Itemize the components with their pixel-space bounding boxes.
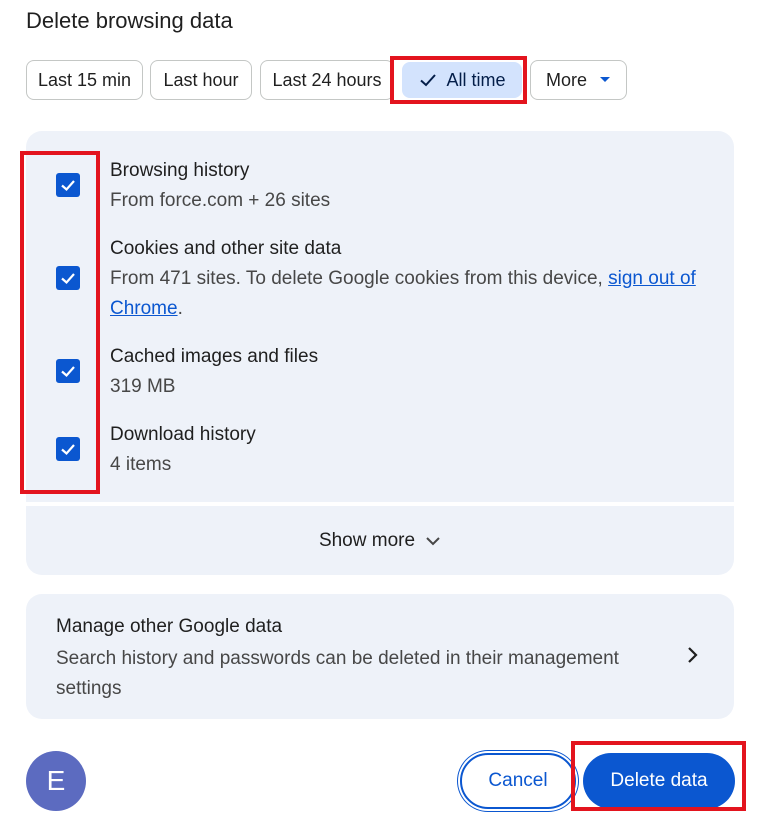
checkmark-icon: [61, 444, 75, 456]
chip-label: Last 24 hours: [272, 69, 382, 90]
item-title-download-history: Download history: [110, 424, 256, 445]
cancel-button[interactable]: Cancel: [460, 753, 576, 809]
dropdown-arrow-icon: [599, 76, 611, 84]
item-title-cookies: Cookies and other site data: [110, 238, 342, 259]
chip-last-15-min[interactable]: Last 15 min: [26, 60, 143, 100]
chevron-down-icon: [425, 536, 441, 546]
show-more-button[interactable]: Show more: [26, 506, 734, 575]
chip-last-hour[interactable]: Last hour: [150, 60, 252, 100]
chevron-right-icon: [686, 646, 698, 664]
item-subtitle-cookies: From 471 sites. To delete Google cookies…: [110, 264, 710, 324]
manage-google-data-row[interactable]: Manage other Google data Search history …: [26, 594, 734, 719]
chip-label: Last hour: [163, 69, 239, 90]
chip-more[interactable]: More: [530, 60, 627, 100]
manage-description: Search history and passwords can be dele…: [56, 648, 619, 699]
manage-title: Manage other Google data: [56, 616, 283, 637]
item-subtitle-cached-images: 319 MB: [110, 376, 176, 397]
checkmark-icon: [61, 273, 75, 285]
item-title-browsing-history: Browsing history: [110, 160, 250, 181]
checkmark-icon: [61, 180, 75, 192]
chip-last-24-hours[interactable]: Last 24 hours: [260, 60, 394, 100]
checkmark-icon: [61, 366, 75, 378]
avatar[interactable]: E: [26, 751, 86, 811]
checkbox-browsing-history[interactable]: [56, 173, 80, 197]
checkmark-icon: [418, 70, 438, 90]
chip-label: Last 15 min: [37, 69, 132, 90]
delete-data-button[interactable]: Delete data: [583, 753, 735, 809]
dialog-title: Delete browsing data: [26, 8, 233, 33]
chip-all-time[interactable]: All time: [402, 62, 522, 98]
cookies-description-end: .: [177, 298, 183, 319]
checkbox-cached-images[interactable]: [56, 359, 80, 383]
chip-label: More: [545, 69, 587, 90]
chip-label: All time: [446, 69, 506, 90]
item-subtitle-browsing-history: From force.com + 26 sites: [110, 190, 331, 211]
item-title-cached-images: Cached images and files: [110, 346, 319, 367]
cookies-description: From 471 sites. To delete Google cookies…: [110, 268, 609, 289]
checkbox-cookies[interactable]: [56, 266, 80, 290]
checkbox-download-history[interactable]: [56, 437, 80, 461]
show-more-label: Show more: [318, 529, 416, 551]
item-subtitle-download-history: 4 items: [110, 454, 172, 475]
